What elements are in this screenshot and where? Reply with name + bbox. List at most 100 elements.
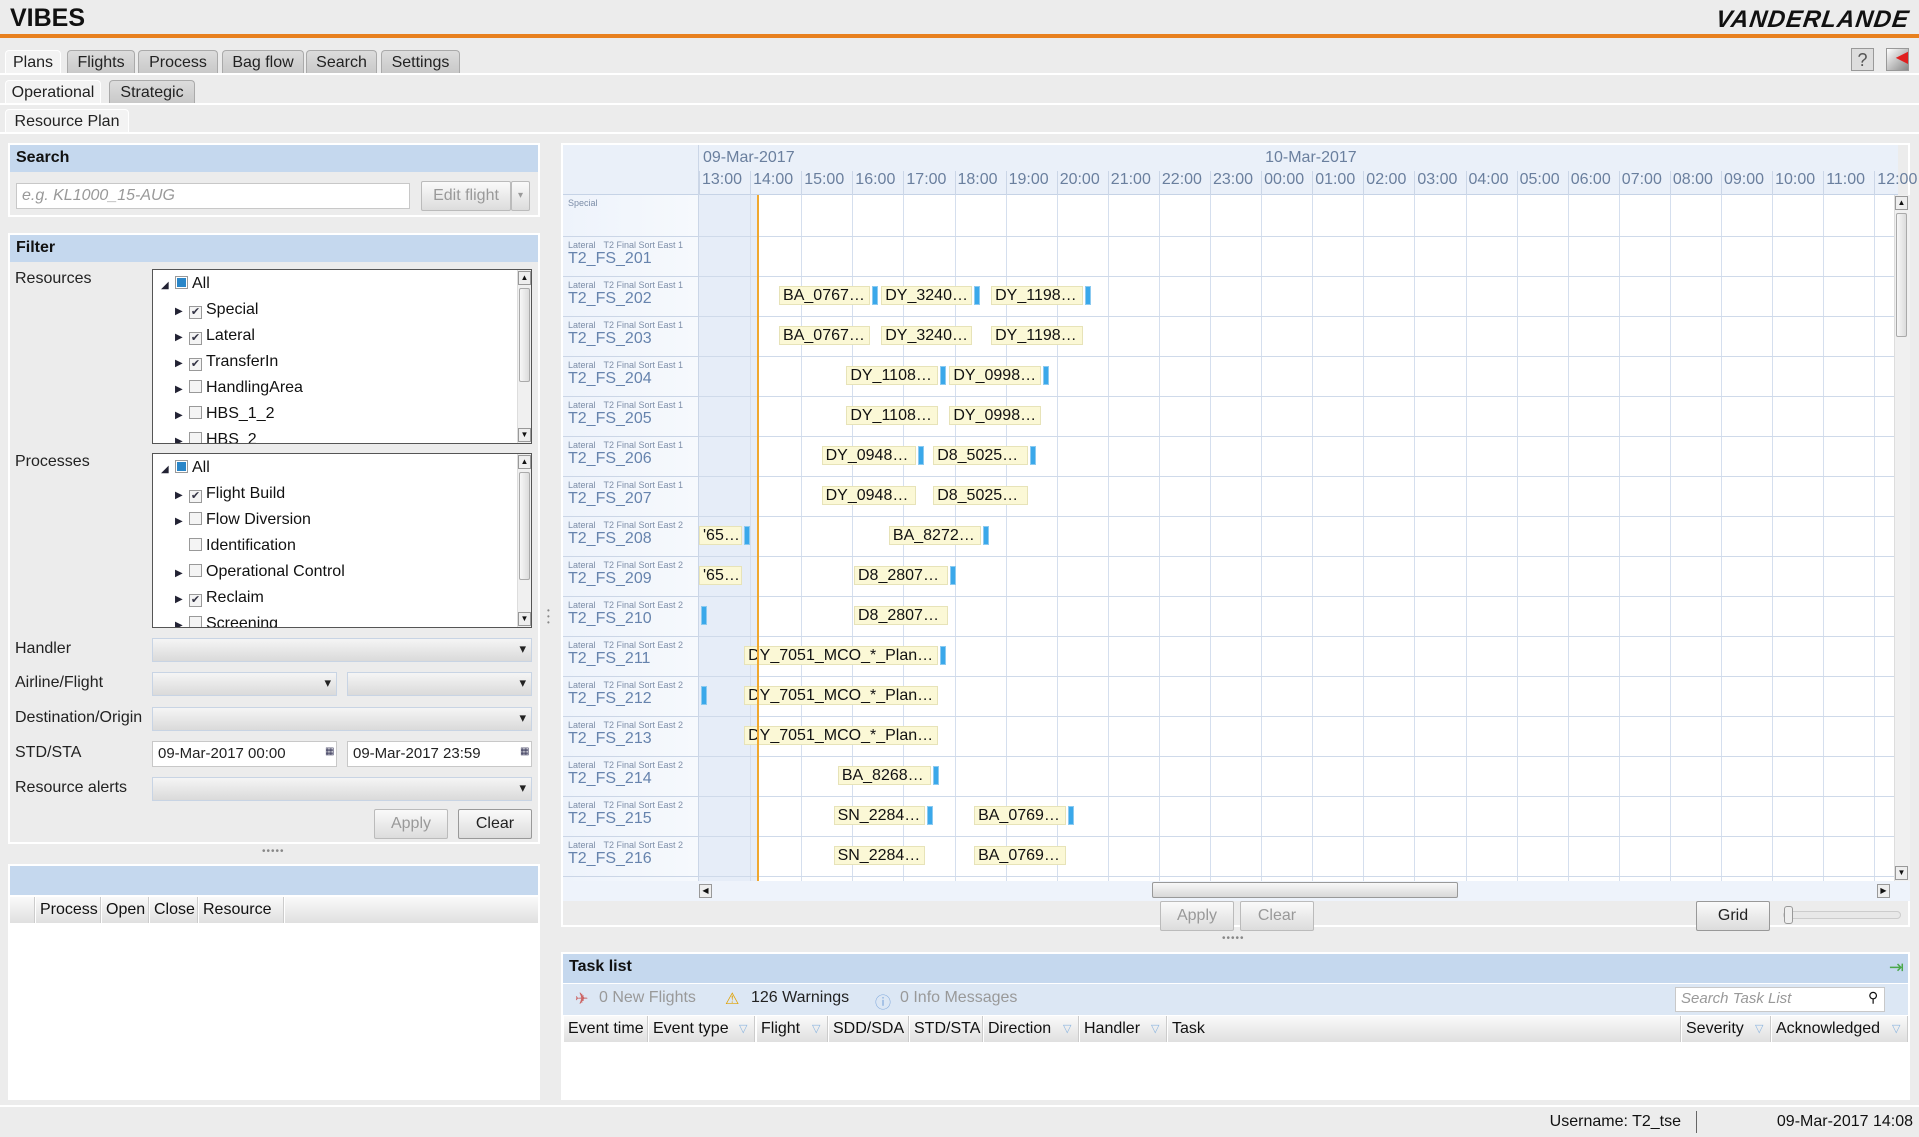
expand-arrow-icon[interactable]: ◢ [161, 458, 175, 482]
booking-bar[interactable]: BA_0767… [779, 286, 871, 305]
filter-icon[interactable]: ▽ [1151, 1022, 1159, 1035]
booking-alert-marker[interactable] [1029, 446, 1036, 465]
scroll-right-icon[interactable]: ▶ [1877, 884, 1890, 898]
expand-arrow-icon[interactable]: ▶ [175, 300, 189, 324]
scroll-thumb[interactable] [519, 472, 530, 580]
subtab-operational[interactable]: Operational [5, 80, 101, 104]
booking-bar[interactable]: BA_0769… [974, 846, 1067, 865]
booking-bar[interactable]: DY_0998… [949, 366, 1041, 385]
filter-icon[interactable]: ▽ [739, 1022, 747, 1035]
booking-bar[interactable]: BA_8272… [888, 526, 981, 545]
tab-plans[interactable]: Plans [5, 50, 61, 74]
booking-alert-marker[interactable] [932, 766, 939, 785]
expand-arrow-icon[interactable]: ▶ [175, 378, 189, 402]
scroll-down-icon[interactable]: ▼ [1895, 866, 1908, 880]
tree-node[interactable]: ▶ ✔ Reclaim [175, 586, 264, 610]
booking-bar[interactable]: DY_7051_MCO_*_Plan… [744, 646, 939, 665]
gantt-horizontal-scrollbar[interactable]: ◀ ▶ [563, 881, 1910, 901]
warnings-filter[interactable]: 126 Warnings [751, 989, 849, 1007]
processes-tree[interactable]: ▲ ▼ ◢ All ▶ ✔ Flight Build ▶ Flow Diversion Ide… [152, 453, 532, 628]
expand-arrow-icon[interactable]: ▶ [175, 588, 189, 612]
booking-bar[interactable]: DY_1108… [846, 366, 939, 385]
booking-alert-marker[interactable] [940, 646, 947, 665]
booking-alert-marker[interactable] [743, 526, 750, 545]
tab-bag-flow[interactable]: Bag flow [222, 50, 304, 74]
search-icon[interactable]: ⚲ [1868, 989, 1878, 1006]
booking-alert-marker[interactable] [940, 366, 947, 385]
tree-node[interactable]: ▶ Operational Control [175, 560, 345, 584]
details-select-column[interactable] [10, 897, 35, 923]
tab-search[interactable]: Search [306, 50, 377, 74]
resource-label[interactable]: Lateral T2 Final Sort East 1 T2_FS_207 [563, 477, 699, 517]
tab-resource-plan[interactable]: Resource Plan [5, 109, 129, 133]
calendar-icon[interactable]: ▦ [520, 746, 529, 757]
booking-bar[interactable]: BA_0769… [974, 806, 1067, 825]
resource-label[interactable]: Lateral T2 Final Sort East 1 T2_FS_203 [563, 317, 699, 357]
clear-button[interactable]: Clear [458, 809, 532, 839]
checkbox[interactable]: ✔ [189, 490, 202, 503]
export-icon[interactable]: ⇥ [1889, 957, 1904, 978]
tree-node[interactable]: ▶ Flow Diversion [175, 508, 311, 532]
column-resource[interactable]: Resource [199, 897, 284, 923]
booking-bar[interactable]: DY_0948… [821, 446, 917, 465]
zoom-slider[interactable] [1783, 906, 1901, 924]
tab-process[interactable]: Process [138, 50, 218, 74]
grid-button[interactable]: Grid [1696, 901, 1770, 931]
destination-origin-select[interactable] [152, 707, 532, 731]
resource-label[interactable]: Lateral T2 Final Sort East 1 T2_FS_206 [563, 437, 699, 477]
subtab-strategic[interactable]: Strategic [109, 80, 195, 104]
resource-label[interactable]: Lateral T2 Final Sort East 2 T2_FS_209 [563, 557, 699, 597]
resource-label[interactable]: Lateral T2 Final Sort East 1 T2_FS_204 [563, 357, 699, 397]
booking-bar[interactable]: DY_1198… [991, 286, 1084, 305]
booking-bar[interactable]: DY_0948… [821, 486, 917, 505]
gantt-apply-button[interactable]: Apply [1160, 901, 1234, 931]
booking-alert-marker[interactable] [926, 806, 933, 825]
new-flights-filter[interactable]: 0 New Flights [599, 989, 696, 1007]
expand-arrow-icon[interactable]: ▶ [175, 484, 189, 508]
gantt-clear-button[interactable]: Clear [1240, 901, 1314, 931]
tree-node[interactable]: ◢ All [161, 272, 210, 296]
resource-label[interactable]: Lateral T2 Final Sort East 2 T2_FS_214 [563, 757, 699, 797]
column-open[interactable]: Open [102, 897, 149, 923]
checkbox[interactable] [189, 564, 202, 577]
resource-label[interactable]: Lateral T2 Final Sort East 2 T2_FS_210 [563, 597, 699, 637]
column-process[interactable]: Process [36, 897, 101, 923]
info-messages-filter[interactable]: 0 Info Messages [900, 989, 1017, 1007]
airline-select[interactable] [152, 672, 337, 696]
booking-bar[interactable]: D8_2807… [854, 606, 948, 625]
expand-arrow-icon[interactable]: ▶ [175, 430, 189, 443]
scroll-left-icon[interactable]: ◀ [699, 884, 712, 898]
booking-bar[interactable]: SN_2284… [833, 846, 925, 865]
booking-bar[interactable]: D8_2807… [854, 566, 948, 585]
checkbox[interactable]: ✔ [189, 358, 202, 371]
booking-alert-marker[interactable] [1042, 366, 1049, 385]
expand-arrow-icon[interactable]: ▶ [175, 614, 189, 627]
booking-bar[interactable]: DY_7051_MCO_*_Plan… [744, 726, 939, 745]
resource-label[interactable]: Lateral T2 Final Sort East 1 T2_FS_205 [563, 397, 699, 437]
column-acknowledged[interactable]: Acknowledged [1772, 1016, 1908, 1042]
tree-node[interactable]: ▶ ✔ Flight Build [175, 482, 285, 506]
filter-icon[interactable]: ▽ [1755, 1022, 1763, 1035]
resources-tree[interactable]: ▲ ▼ ◢ All ▶ ✔ Special ▶ ✔ Lateral ▶ ✔ TransferIn ▶ H… [152, 269, 532, 444]
booking-bar[interactable]: D8_5025… [933, 486, 1028, 505]
booking-alert-marker[interactable] [701, 606, 707, 625]
booking-bar[interactable]: BA_8268… [837, 766, 931, 785]
booking-bar[interactable]: DY_7051_MCO_*_Plan… [744, 686, 939, 705]
scroll-down-icon[interactable]: ▼ [518, 612, 531, 626]
scroll-up-icon[interactable]: ▲ [1895, 196, 1908, 210]
scroll-thumb[interactable] [1896, 213, 1907, 337]
edit-flight-dropdown-icon[interactable]: ▾ [511, 181, 530, 211]
checkbox[interactable] [175, 276, 188, 289]
booking-alert-marker[interactable] [982, 526, 989, 545]
resource-alerts-select[interactable] [152, 777, 532, 801]
booking-bar[interactable]: DY_0998… [949, 406, 1041, 425]
column-event-time[interactable]: Event time [564, 1016, 648, 1042]
expand-arrow-icon[interactable]: ▶ [175, 510, 189, 534]
column-sdd-sda[interactable]: SDD/SDA [829, 1016, 909, 1042]
booking-bar[interactable]: DY_3240… [881, 286, 972, 305]
help-icon[interactable]: ? [1851, 48, 1874, 71]
std-from-input[interactable]: 09-Mar-2017 00:00 [152, 741, 337, 767]
resource-label[interactable]: Lateral T2 Final Sort East 2 T2_FS_215 [563, 797, 699, 837]
booking-alert-marker[interactable] [1068, 806, 1075, 825]
splitter-handle[interactable]: ••••• [262, 846, 285, 857]
